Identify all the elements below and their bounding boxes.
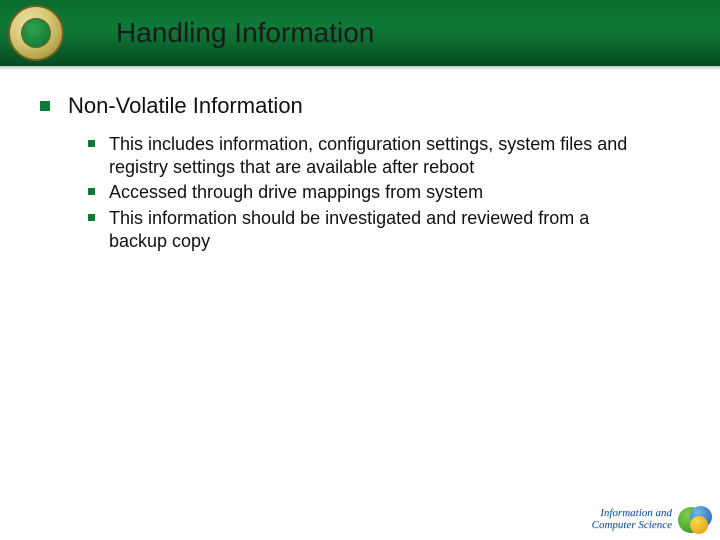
footer-line2: Computer Science xyxy=(592,520,672,532)
sub-bullet-text: This information should be investigated … xyxy=(109,207,649,254)
ics-logo-icon xyxy=(678,506,712,534)
square-bullet-icon xyxy=(40,101,50,111)
footer-text: Information and Computer Science xyxy=(592,508,672,531)
slide-body: Non-Volatile Information This includes i… xyxy=(0,66,720,276)
square-bullet-icon xyxy=(88,140,95,147)
bullet-level1: This includes information, configuration… xyxy=(88,133,680,180)
square-bullet-icon xyxy=(88,188,95,195)
header-shadow xyxy=(0,66,720,70)
slide-header: Handling Information xyxy=(0,0,720,66)
bullet-level1: This information should be investigated … xyxy=(88,207,680,254)
square-bullet-icon xyxy=(88,214,95,221)
seal-inner-icon xyxy=(21,18,51,48)
slide-title: Handling Information xyxy=(116,17,374,49)
bullet-level0: Non-Volatile Information xyxy=(40,92,680,121)
footer-logo: Information and Computer Science xyxy=(592,506,712,534)
sub-bullet-text: Accessed through drive mappings from sys… xyxy=(109,181,483,204)
university-seal-icon xyxy=(8,5,64,61)
main-bullet-text: Non-Volatile Information xyxy=(68,92,303,121)
bullet-level1: Accessed through drive mappings from sys… xyxy=(88,181,680,204)
sub-bullet-list: This includes information, configuration… xyxy=(40,133,680,254)
sub-bullet-text: This includes information, configuration… xyxy=(109,133,649,180)
